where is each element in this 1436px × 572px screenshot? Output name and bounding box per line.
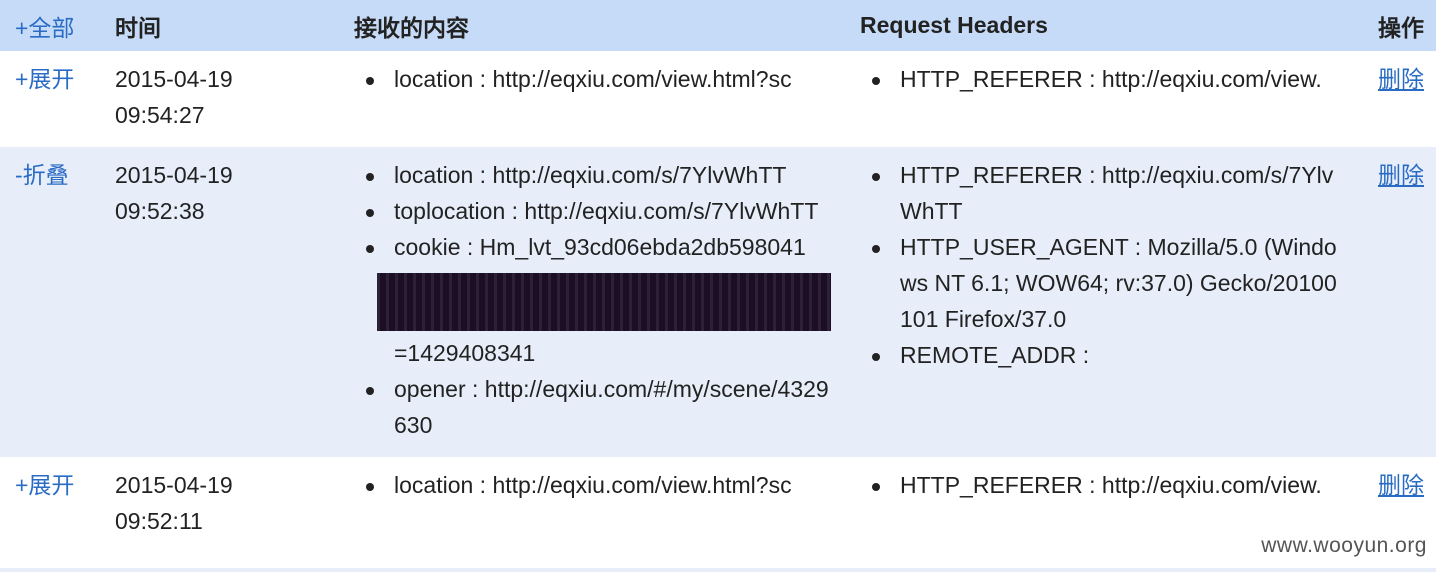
table-row: -折叠 2015-04-19 09:52:38 location : http:… (0, 147, 1436, 457)
expand-all-link[interactable]: +全部 (0, 0, 101, 51)
list-item: cookie : Hm_lvt_93cd06ebda2db598041 =142… (366, 229, 832, 371)
list-item: HTTP_USER_AGENT : Mozilla/5.0 (Windows N… (872, 229, 1346, 337)
list-item: location : http://eqxiu.com/view.html?sc (366, 467, 832, 503)
list-item: HTTP_REFERER : http://eqxiu.com/view. (872, 61, 1346, 97)
table-header-row: +全部 时间 接收的内容 Request Headers 操作 (0, 0, 1436, 51)
list-item: REMOTE_ADDR : (872, 337, 1346, 373)
ops-cell: 删除 (1352, 147, 1436, 457)
time-column-header: 时间 (115, 14, 161, 41)
content-list: location : http://eqxiu.com/view.html?sc (360, 61, 832, 97)
headers-list: HTTP_REFERER : http://eqxiu.com/view. (866, 467, 1346, 503)
date-text: 2015-04-19 (115, 162, 233, 188)
table-row: +展开 2015-04-19 09:52:11 location : http:… (0, 457, 1436, 553)
request-headers-column-header: Request Headers (860, 12, 1048, 38)
list-item: HTTP_REFERER : http://eqxiu.com/s/7YlvWh… (872, 157, 1346, 229)
ops-cell: 删除 (1352, 51, 1436, 147)
clock-text: 09:52:11 (115, 508, 203, 534)
time-cell: 2015-04-19 09:54:27 (101, 51, 340, 147)
expand-toggle[interactable]: +展开 (0, 51, 101, 147)
headers-list: HTTP_REFERER : http://eqxiu.com/s/7YlvWh… (866, 157, 1346, 373)
delete-link[interactable]: 删除 (1378, 66, 1424, 92)
content-list: location : http://eqxiu.com/view.html?sc (360, 467, 832, 503)
content-column-header: 接收的内容 (354, 14, 469, 41)
redaction-block (377, 273, 831, 331)
delete-link[interactable]: 删除 (1378, 162, 1424, 188)
list-item: location : http://eqxiu.com/view.html?sc (366, 61, 832, 97)
time-cell: 2015-04-19 09:52:11 (101, 457, 340, 553)
cookie-text: cookie : Hm_lvt_93cd06ebda2db598041 (394, 234, 806, 260)
list-item: location : http://eqxiu.com/s/7YlvWhTT (366, 157, 832, 193)
list-item: opener : http://eqxiu.com/#/my/scene/432… (366, 371, 832, 443)
date-text: 2015-04-19 (115, 472, 233, 498)
ops-column-header: 操作 (1378, 14, 1424, 41)
list-item: toplocation : http://eqxiu.com/s/7YlvWhT… (366, 193, 832, 229)
watermark: www.wooyun.org (1261, 534, 1427, 557)
table-row: +展开 2015-04-19 09:54:27 location : http:… (0, 51, 1436, 147)
clock-text: 09:52:38 (115, 198, 205, 224)
content-list: location : http://eqxiu.com/s/7YlvWhTT t… (360, 157, 832, 443)
collapse-toggle[interactable]: -折叠 (0, 147, 101, 457)
bottom-row-edge (0, 568, 1436, 572)
delete-link[interactable]: 删除 (1378, 472, 1424, 498)
clock-text: 09:54:27 (115, 102, 205, 128)
list-item: HTTP_REFERER : http://eqxiu.com/view. (872, 467, 1346, 503)
records-table: +全部 时间 接收的内容 Request Headers 操作 +展开 2015… (0, 0, 1436, 553)
expand-toggle[interactable]: +展开 (0, 457, 101, 553)
content-cell: location : http://eqxiu.com/view.html?sc (340, 457, 846, 553)
content-cell: location : http://eqxiu.com/s/7YlvWhTT t… (340, 147, 846, 457)
headers-cell: HTTP_REFERER : http://eqxiu.com/view. (846, 51, 1352, 147)
time-cell: 2015-04-19 09:52:38 (101, 147, 340, 457)
headers-list: HTTP_REFERER : http://eqxiu.com/view. (866, 61, 1346, 97)
content-cell: location : http://eqxiu.com/view.html?sc (340, 51, 846, 147)
date-text: 2015-04-19 (115, 66, 233, 92)
headers-cell: HTTP_REFERER : http://eqxiu.com/s/7YlvWh… (846, 147, 1352, 457)
cookie-tail-text: =1429408341 (394, 340, 536, 366)
